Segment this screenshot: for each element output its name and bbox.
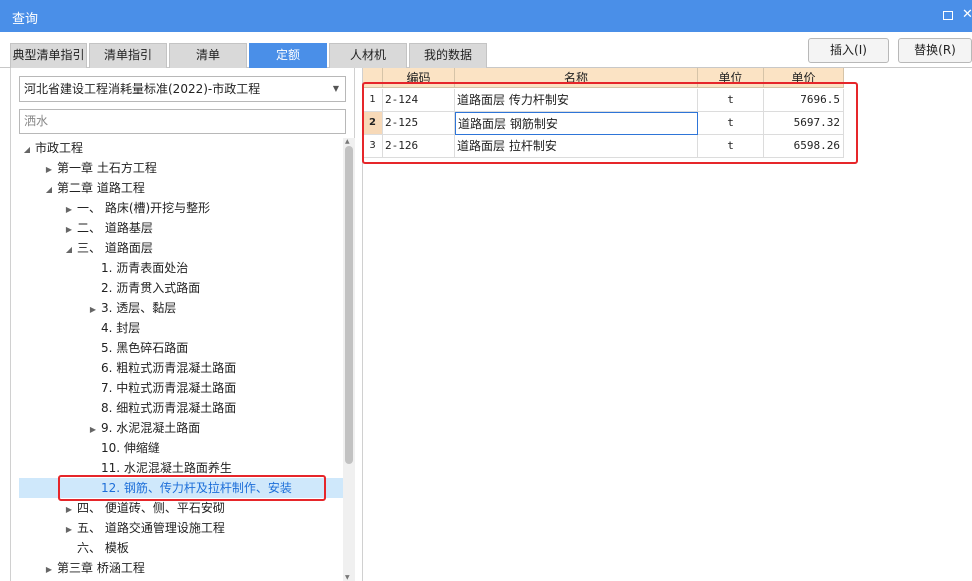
highlight-box-grid: [362, 82, 858, 164]
tree-node[interactable]: ▶ 二、 道路基层: [61, 218, 153, 238]
tree-node[interactable]: 1. 沥青表面处治: [85, 258, 188, 278]
tab-my-data[interactable]: 我的数据: [409, 43, 487, 68]
chapter-tree: ◢ 市政工程 ▶ 第一章 土石方工程 ◢ 第二章 道路工程 ▶ 一、 路床(槽)开挖与整…: [11, 138, 343, 581]
tree-expander-icon[interactable]: ▶: [61, 220, 77, 240]
window-title: 查询: [12, 12, 39, 27]
tree-node[interactable]: 7. 中粒式沥青混凝土路面: [85, 378, 236, 398]
tree-expander-icon[interactable]: ◢: [61, 240, 77, 260]
tab-bill-guide[interactable]: 清单指引: [89, 43, 167, 68]
scroll-up-icon[interactable]: ▲: [345, 138, 350, 145]
tab-bar: 典型清单指引 清单指引 清单 定额 人材机 我的数据 插入(I) 替换(R): [0, 32, 972, 68]
tree-node[interactable]: ▶ 一、 路床(槽)开挖与整形: [61, 198, 210, 218]
tree-node[interactable]: ▶ 第一章 土石方工程: [41, 158, 157, 178]
tab-bill[interactable]: 清单: [169, 43, 247, 68]
tree-node[interactable]: 4. 封层: [85, 318, 140, 338]
tree-expander-icon[interactable]: ▶: [85, 420, 101, 440]
highlight-box-tree: [58, 475, 326, 501]
close-icon[interactable]: ✕: [962, 7, 972, 22]
maximize-icon[interactable]: [943, 11, 953, 20]
scrollbar-thumb[interactable]: [345, 146, 353, 464]
tree-expander-icon[interactable]: ◢: [19, 140, 35, 160]
tree-expander-icon[interactable]: ▶: [61, 520, 77, 540]
tab-labor-material-machine[interactable]: 人材机: [329, 43, 407, 68]
tree-node[interactable]: 10. 伸缩缝: [85, 438, 160, 458]
tree-expander-icon[interactable]: ▶: [41, 160, 57, 180]
tree-expander-icon[interactable]: ▶: [61, 200, 77, 220]
tab-typical-bill-guide[interactable]: 典型清单指引: [10, 43, 87, 68]
tree-node[interactable]: 8. 细粒式沥青混凝土路面: [85, 398, 236, 418]
chevron-down-icon: ▼: [332, 84, 339, 93]
tab-quota[interactable]: 定额: [249, 43, 327, 68]
tree-node[interactable]: ▶ 9. 水泥混凝土路面: [85, 418, 200, 438]
tree-node[interactable]: 2. 沥青贯入式路面: [85, 278, 200, 298]
tree-expander-icon[interactable]: ▶: [61, 500, 77, 520]
insert-button[interactable]: 插入(I): [808, 38, 889, 63]
tree-node[interactable]: 六、 模板: [61, 538, 129, 558]
tree-node[interactable]: ▶ 第三章 桥涵工程: [41, 558, 145, 578]
quota-library-value: 河北省建设工程消耗量标准(2022)-市政工程: [24, 82, 261, 96]
quota-library-select[interactable]: 河北省建设工程消耗量标准(2022)-市政工程 ▼: [19, 76, 346, 102]
tree-node[interactable]: ▶ 五、 道路交通管理设施工程: [61, 518, 225, 538]
title-bar: 查询 ✕: [0, 0, 972, 32]
tree-node[interactable]: 6. 粗粒式沥青混凝土路面: [85, 358, 236, 378]
left-panel: 河北省建设工程消耗量标准(2022)-市政工程 ▼ 洒水 ◢ 市政工程 ▶ 第一章 …: [10, 68, 355, 581]
tree-node[interactable]: ◢ 市政工程: [19, 138, 83, 158]
tree-node[interactable]: ◢ 第二章 道路工程: [41, 178, 145, 198]
tree-node[interactable]: ▶ 四、 便道砖、侧、平石安砌: [61, 498, 225, 518]
tree-expander-icon[interactable]: ◢: [41, 180, 57, 200]
tree-node[interactable]: ▶ 3. 透层、黏层: [85, 298, 176, 318]
tree-expander-icon[interactable]: ▶: [41, 560, 57, 580]
tree-expander-icon[interactable]: ▶: [85, 300, 101, 320]
search-input[interactable]: 洒水: [19, 109, 346, 134]
tree-node[interactable]: ◢ 三、 道路面层: [61, 238, 153, 258]
replace-button[interactable]: 替换(R): [898, 38, 972, 63]
tree-scrollbar[interactable]: ▲ ▼: [343, 138, 355, 581]
scroll-down-icon[interactable]: ▼: [345, 574, 350, 581]
tree-node[interactable]: 5. 黑色碎石路面: [85, 338, 188, 358]
